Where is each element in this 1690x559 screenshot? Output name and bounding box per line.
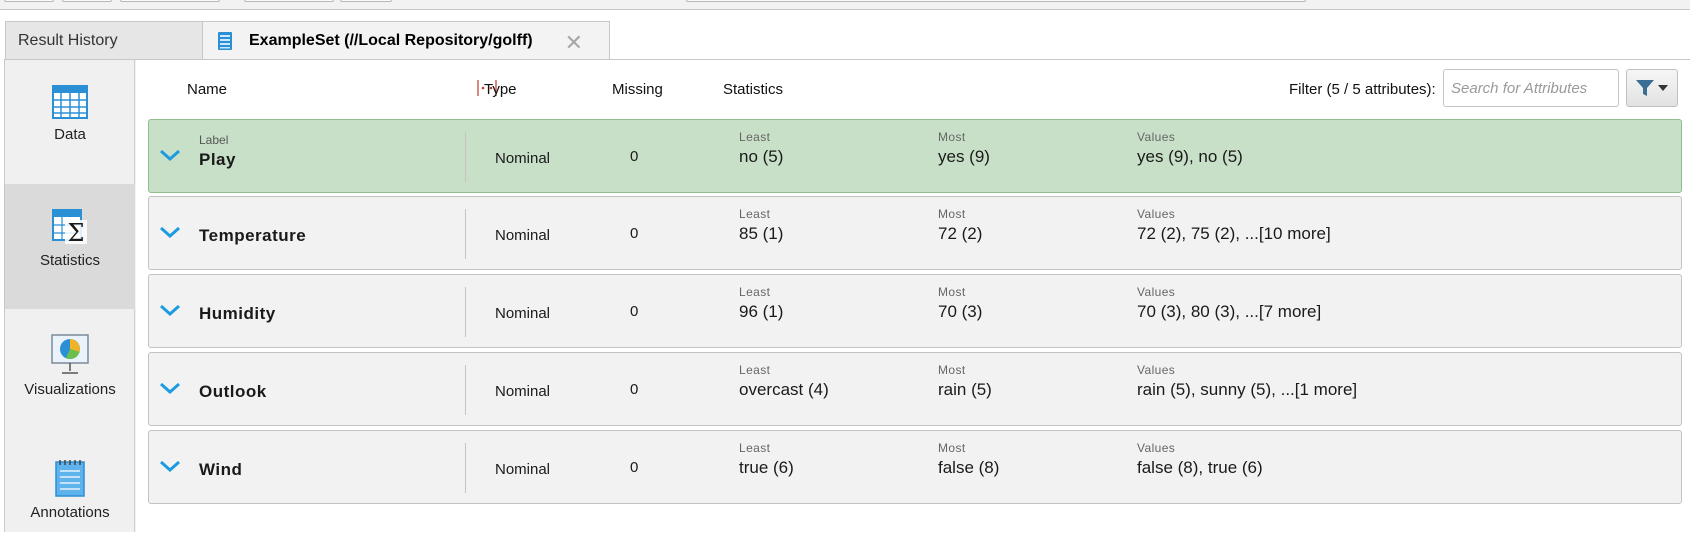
attribute-type: Nominal	[495, 461, 551, 478]
chevron-down-icon[interactable]	[159, 148, 181, 162]
sidebar-item-label: Statistics	[39, 252, 100, 269]
values-label: Values	[1137, 207, 1176, 221]
values-label: Values	[1137, 363, 1176, 377]
annotations-notepad-icon	[55, 460, 85, 497]
least-value: true (6)	[739, 458, 794, 477]
attribute-missing: 0	[630, 381, 639, 398]
attribute-name: Temperature	[199, 226, 307, 245]
most-label: Most	[938, 441, 966, 455]
filter-count-label: Filter (5 / 5 attributes):	[1289, 81, 1436, 98]
attribute-missing: 0	[630, 225, 639, 242]
tab-example-set-label: ExampleSet (//Local Repository/golff)	[249, 32, 533, 49]
attribute-name: Outlook	[199, 382, 267, 401]
chevron-down-icon[interactable]	[159, 459, 181, 473]
view-sidebar: Data Σ Statistics Visualizations Annotat…	[5, 60, 135, 532]
least-label: Least	[739, 441, 771, 455]
least-value: 85 (1)	[739, 224, 784, 243]
toolbar-button[interactable]	[244, 0, 334, 2]
svg-text:Σ: Σ	[68, 219, 85, 246]
tab-result-history-label: Result History	[18, 32, 118, 49]
least-value: no (5)	[739, 147, 784, 166]
most-label: Most	[938, 130, 966, 144]
values-summary: yes (9), no (5)	[1137, 147, 1243, 166]
statistics-panel: Name Type Missing Statistics Filter (5 /…	[136, 60, 1690, 532]
top-toolbar-strip	[0, 0, 1690, 10]
results-tab-bar: Result History ExampleSet (//Local Repos…	[0, 10, 1690, 60]
statistics-header: Name Type Missing Statistics Filter (5 /…	[136, 60, 1690, 118]
most-value: 72 (2)	[938, 224, 983, 243]
values-label: Values	[1137, 441, 1176, 455]
most-label: Most	[938, 285, 966, 299]
values-summary: rain (5), sunny (5), ...[1 more]	[1137, 380, 1358, 399]
least-value: overcast (4)	[739, 380, 829, 399]
sidebar-item-label: Annotations	[30, 504, 110, 521]
toolbar-button[interactable]	[4, 0, 54, 2]
attribute-missing: 0	[630, 459, 639, 476]
values-summary: false (8), true (6)	[1137, 458, 1263, 477]
column-header-missing[interactable]: Missing	[612, 81, 663, 98]
close-icon[interactable]: ✕	[565, 30, 583, 56]
attribute-missing: 0	[630, 148, 639, 165]
tab-example-set[interactable]: ExampleSet (//Local Repository/golff) ✕	[202, 21, 610, 60]
least-label: Least	[739, 363, 771, 377]
attribute-row-humidity[interactable]: Humidity Nominal 0 Least 96 (1) Most 70 …	[148, 274, 1682, 348]
sidebar-item-data[interactable]: Data	[5, 60, 135, 185]
column-header-type[interactable]: Type	[484, 81, 517, 98]
values-summary: 70 (3), 80 (3), ...[7 more]	[1137, 302, 1322, 321]
row-divider	[465, 287, 466, 337]
row-divider	[465, 132, 466, 182]
sidebar-item-statistics[interactable]: Σ Statistics	[5, 184, 135, 309]
column-header-name[interactable]: Name	[187, 81, 227, 98]
most-value: 70 (3)	[938, 302, 983, 321]
attribute-name: Wind	[199, 460, 243, 479]
most-value: false (8)	[938, 458, 1000, 477]
attribute-type: Nominal	[495, 305, 551, 322]
filter-dropdown-button[interactable]	[1626, 69, 1678, 107]
search-attributes-input[interactable]	[1443, 69, 1619, 107]
sidebar-item-label: Visualizations	[24, 381, 116, 398]
chevron-down-icon[interactable]	[159, 381, 181, 395]
attribute-row-play[interactable]: Label Play Nominal 0 Least no (5) Most y…	[148, 119, 1682, 193]
visualizations-chart-icon	[51, 334, 89, 374]
attribute-role: Label	[199, 133, 229, 147]
attribute-type: Nominal	[495, 227, 551, 244]
sidebar-item-label: Data	[54, 126, 86, 143]
sidebar-item-visualizations[interactable]: Visualizations	[5, 309, 135, 434]
toolbar-field[interactable]	[686, 0, 1306, 2]
most-label: Most	[938, 207, 966, 221]
values-label: Values	[1137, 130, 1176, 144]
values-label: Values	[1137, 285, 1176, 299]
example-set-icon	[218, 32, 232, 50]
data-table-icon	[52, 85, 88, 119]
most-label: Most	[938, 363, 966, 377]
attribute-row-outlook[interactable]: Outlook Nominal 0 Least overcast (4) Mos…	[148, 352, 1682, 426]
toolbar-button[interactable]	[340, 0, 392, 2]
least-label: Least	[739, 285, 771, 299]
attribute-name: Humidity	[199, 304, 276, 323]
statistics-sigma-icon: Σ	[52, 209, 87, 246]
chevron-down-icon[interactable]	[159, 303, 181, 317]
toolbar-button[interactable]	[62, 0, 112, 2]
least-value: 96 (1)	[739, 302, 784, 321]
attribute-type: Nominal	[495, 150, 551, 167]
attribute-row-wind[interactable]: Wind Nominal 0 Least true (6) Most false…	[148, 430, 1682, 504]
attribute-name: Play	[199, 150, 236, 169]
filter-funnel-icon	[1636, 80, 1668, 96]
sidebar-item-annotations[interactable]: Annotations	[5, 434, 135, 559]
row-divider	[465, 443, 466, 493]
most-value: rain (5)	[938, 380, 992, 399]
most-value: yes (9)	[938, 147, 990, 166]
tab-result-history[interactable]: Result History	[5, 21, 203, 60]
least-label: Least	[739, 130, 771, 144]
attribute-missing: 0	[630, 303, 639, 320]
values-summary: 72 (2), 75 (2), ...[10 more]	[1137, 224, 1331, 243]
row-divider	[465, 209, 466, 259]
least-label: Least	[739, 207, 771, 221]
attribute-type: Nominal	[495, 383, 551, 400]
attribute-row-temperature[interactable]: Temperature Nominal 0 Least 85 (1) Most …	[148, 196, 1682, 270]
toolbar-button[interactable]	[120, 0, 220, 2]
chevron-down-icon[interactable]	[159, 225, 181, 239]
row-divider	[465, 365, 466, 415]
column-header-statistics: Statistics	[723, 81, 784, 98]
